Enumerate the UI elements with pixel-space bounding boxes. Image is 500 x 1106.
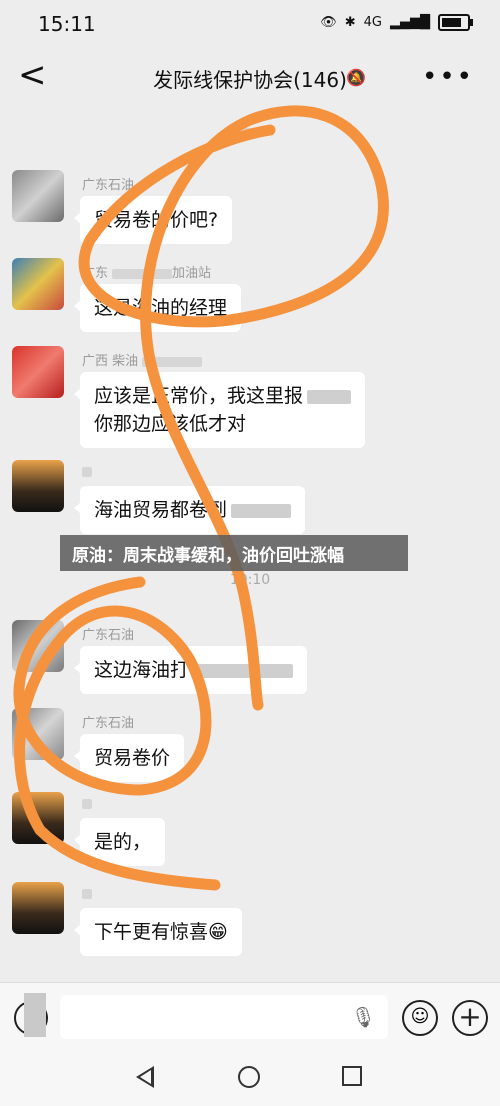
message-text: 应该是正常价，我这里报	[94, 382, 352, 410]
sender-name	[82, 464, 92, 479]
sender-name: 广西 柴油	[82, 350, 203, 369]
message-text: 下午更有惊喜😁	[94, 921, 228, 943]
timestamp	[0, 124, 500, 140]
sender-name: 广东 加油站	[82, 266, 212, 281]
bluetooth-icon: ✱	[344, 15, 356, 30]
message-input[interactable]: 🎙	[60, 995, 388, 1039]
eye-icon: 👁	[320, 15, 337, 30]
emoji-button[interactable]: ☺	[402, 1000, 438, 1036]
news-caption-banner: 原油：周末战事缓和，油价回吐涨幅	[60, 535, 408, 571]
sender-name: 广东石油	[82, 628, 135, 643]
message-bubble[interactable]: 海油贸易都卷到	[73, 486, 306, 534]
plus-button[interactable]: +	[452, 1000, 488, 1036]
signal-icon: ▂▄▆█	[390, 15, 430, 30]
avatar[interactable]	[12, 258, 64, 310]
message-text: 贸易卷的价吧?	[94, 209, 219, 231]
input-bar: 🎙 ☺ +	[0, 982, 500, 1053]
message-bubble[interactable]: 这边海油打	[73, 646, 308, 694]
network-label: 4G	[363, 15, 382, 30]
message-bubble[interactable]: 是的，	[73, 818, 166, 866]
status-bar: 15:11 👁 ✱ 4G ▂▄▆█	[0, 0, 500, 46]
status-icons: 👁 ✱ 4G ▂▄▆█	[320, 14, 473, 31]
timestamp: 10:10	[229, 572, 271, 588]
sender-name	[82, 886, 92, 901]
smile-icon: ☺	[410, 1006, 430, 1027]
message-bubble[interactable]: 下午更有惊喜😁	[74, 908, 242, 956]
sender-name: 广东石油	[82, 178, 135, 193]
message-text: 你那边应该低才对	[94, 413, 247, 435]
message-text: 这是海油的经理	[94, 297, 228, 319]
status-time: 15:11	[38, 12, 96, 36]
avatar[interactable]	[12, 460, 64, 512]
message-text: 是的，	[94, 831, 152, 853]
avatar[interactable]	[12, 708, 64, 760]
message-bubble[interactable]: 贸易卷的价吧?	[73, 196, 233, 244]
message-text: 贸易卷价	[94, 747, 171, 769]
system-nav-bar	[0, 1052, 500, 1106]
avatar[interactable]	[12, 170, 64, 222]
caption-text: 原油：周末战事缓和，油价回吐涨幅	[72, 545, 344, 566]
message-text: 这边海油打	[94, 659, 190, 681]
battery-icon	[438, 14, 473, 31]
pixelated-overlay	[24, 993, 46, 1037]
chat-header: < 发际线保护协会(146) 🔕 •••	[0, 46, 500, 110]
nav-recents-icon[interactable]	[342, 1066, 362, 1086]
nav-back-icon[interactable]	[136, 1066, 154, 1088]
nav-home-icon[interactable]	[238, 1066, 260, 1088]
avatar[interactable]	[12, 792, 64, 844]
avatar[interactable]	[12, 882, 64, 934]
message-bubble[interactable]: 应该是正常价，我这里报 你那边应该低才对	[73, 372, 366, 448]
plus-icon: +	[458, 1000, 482, 1033]
avatar[interactable]	[12, 346, 64, 398]
message-text: 海油贸易都卷到	[94, 499, 228, 521]
sender-name	[82, 796, 92, 811]
more-options-button[interactable]: •••	[422, 62, 474, 92]
sender-name: 广东石油	[82, 716, 135, 731]
avatar[interactable]	[12, 620, 64, 672]
mute-bell-icon: 🔕	[346, 68, 366, 87]
message-bubble[interactable]: 这是海油的经理	[73, 284, 242, 332]
microphone-icon[interactable]: 🎙	[351, 1005, 376, 1029]
message-bubble[interactable]: 贸易卷价	[73, 734, 185, 782]
